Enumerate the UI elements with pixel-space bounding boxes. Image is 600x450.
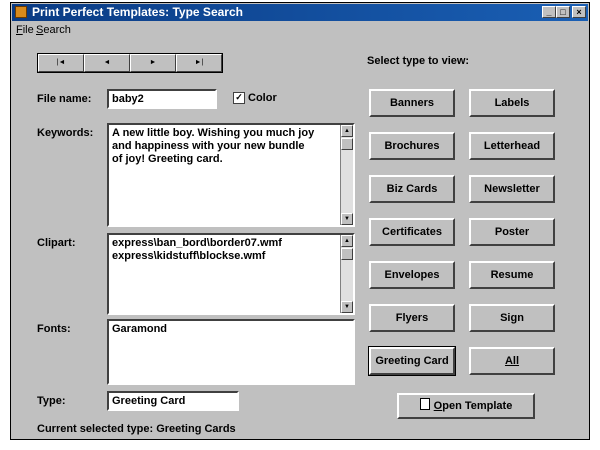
file-name-input[interactable]: baby2 <box>107 89 217 109</box>
keywords-line: and happiness with your new bundle <box>112 140 305 152</box>
scroll-up-icon[interactable]: ▲ <box>341 125 353 137</box>
status-text: Current selected type: Greeting Cards <box>37 423 236 435</box>
type-button-newsletter[interactable]: Newsletter <box>469 175 555 203</box>
type-button-sign[interactable]: Sign <box>469 304 555 332</box>
file-name-label: File name: <box>37 93 92 105</box>
clipart-item[interactable]: express\kidstuff\blockse.wmf <box>112 250 337 263</box>
type-button-flyers[interactable]: Flyers <box>369 304 455 332</box>
last-record-button[interactable]: ►| <box>176 54 222 72</box>
file-name-value: baby2 <box>112 93 144 105</box>
next-record-button[interactable]: ► <box>130 54 176 72</box>
keywords-line: A new little boy. Wishing you much joy <box>112 127 315 139</box>
fonts-item[interactable]: Garamond <box>112 323 350 336</box>
type-value: Greeting Card <box>112 395 186 407</box>
fonts-label: Fonts: <box>37 323 71 335</box>
type-button-greeting-card[interactable]: Greeting Card <box>368 346 456 376</box>
scroll-up-icon[interactable]: ▲ <box>341 235 353 247</box>
scroll-down-icon[interactable]: ▼ <box>341 301 353 313</box>
maximize-button[interactable]: □ <box>556 6 570 18</box>
type-button-all[interactable]: All <box>469 347 555 375</box>
color-label: Color <box>248 92 277 104</box>
type-button-resume[interactable]: Resume <box>469 261 555 289</box>
prev-record-button[interactable]: ◄ <box>84 54 130 72</box>
fonts-list[interactable]: Garamond <box>107 319 355 385</box>
select-type-heading: Select type to view: <box>367 55 470 67</box>
clipart-label: Clipart: <box>37 237 76 249</box>
open-template-button[interactable]: Open Template <box>397 393 535 419</box>
type-button-labels[interactable]: Labels <box>469 89 555 117</box>
clipart-list[interactable]: express\ban_bord\border07.wmf express\ki… <box>107 233 355 315</box>
type-input[interactable]: Greeting Card <box>107 391 239 411</box>
scroll-thumb[interactable] <box>341 248 353 260</box>
title-bar: Print Perfect Templates: Type Search _ □… <box>12 4 588 21</box>
menu-file[interactable]: File <box>16 24 34 36</box>
color-checkbox[interactable]: ✓ Color <box>233 91 277 105</box>
type-button-brochures[interactable]: Brochures <box>369 132 455 160</box>
type-button-envelopes[interactable]: Envelopes <box>369 261 455 289</box>
type-label: Type: <box>37 395 66 407</box>
keywords-scrollbar[interactable]: ▲ ▼ <box>340 125 353 225</box>
record-navigator: |◄ ◄ ► ►| <box>37 53 223 73</box>
close-button[interactable]: × <box>572 6 586 18</box>
keywords-label: Keywords: <box>37 127 94 139</box>
type-button-biz-cards[interactable]: Biz Cards <box>369 175 455 203</box>
type-button-poster[interactable]: Poster <box>469 218 555 246</box>
clipart-scrollbar[interactable]: ▲ ▼ <box>340 235 353 313</box>
keywords-line: of joy! Greeting card. <box>112 153 223 165</box>
clipart-item[interactable]: express\ban_bord\border07.wmf <box>112 237 337 250</box>
window-title: Print Perfect Templates: Type Search <box>32 5 243 19</box>
document-icon <box>419 398 430 410</box>
color-check-box[interactable]: ✓ <box>233 92 245 104</box>
keywords-textarea[interactable]: A new little boy. Wishing you much joy a… <box>107 123 355 227</box>
type-button-banners[interactable]: Banners <box>369 89 455 117</box>
menu-bar: File Search <box>12 22 588 38</box>
scroll-thumb[interactable] <box>341 138 353 150</box>
menu-search[interactable]: Search <box>36 24 71 36</box>
type-button-letterhead[interactable]: Letterhead <box>469 132 555 160</box>
app-icon <box>15 6 27 18</box>
app-window: Print Perfect Templates: Type Search _ □… <box>10 2 590 440</box>
scroll-down-icon[interactable]: ▼ <box>341 213 353 225</box>
minimize-button[interactable]: _ <box>542 6 556 18</box>
first-record-button[interactable]: |◄ <box>38 54 84 72</box>
type-button-certificates[interactable]: Certificates <box>369 218 455 246</box>
